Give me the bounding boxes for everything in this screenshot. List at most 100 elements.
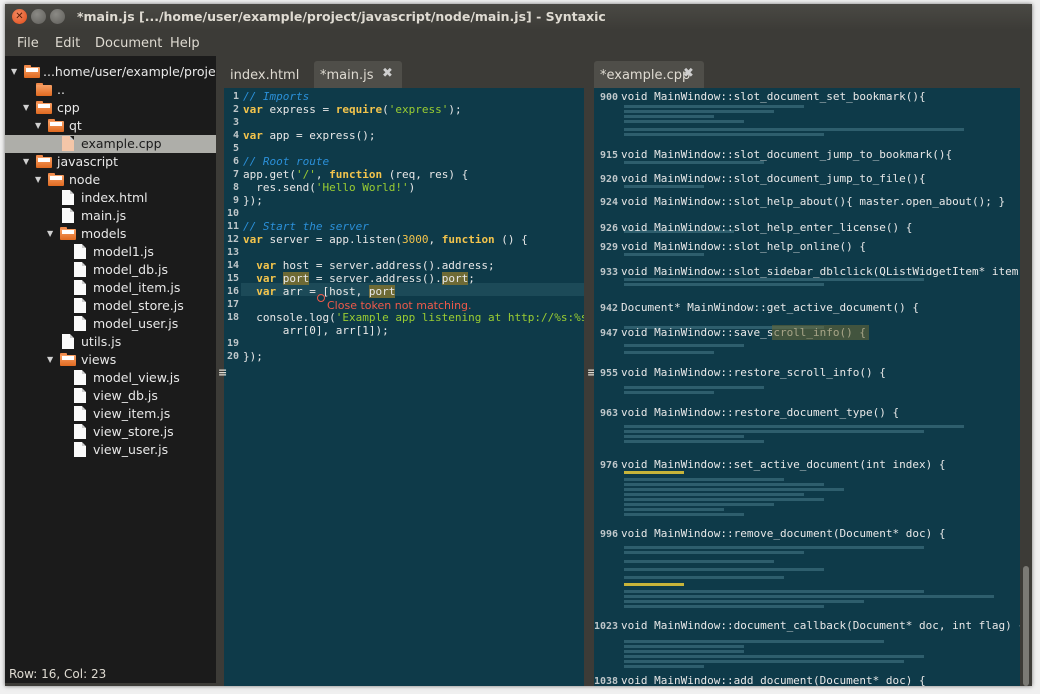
tree-item-label: javascript — [57, 154, 119, 169]
close-window-button[interactable]: ✕ — [12, 9, 27, 24]
maximize-window-button[interactable] — [50, 9, 65, 24]
menu-edit[interactable]: Edit — [55, 36, 80, 51]
expand-arrow-icon[interactable]: ▼ — [23, 153, 29, 171]
code-text: }); — [243, 350, 263, 363]
function-signature: void MainWindow::slot_document_jump_to_f… — [621, 172, 926, 185]
tree-item-label: example.cpp — [81, 136, 162, 151]
tree-item-node[interactable]: ▼ node — [5, 171, 216, 189]
menu-file[interactable]: File — [17, 36, 39, 51]
tree-item-label: cpp — [57, 100, 80, 115]
tree-item-view-db[interactable]: view_db.js — [5, 387, 216, 405]
outline-row[interactable]: 900 void MainWindow::slot_document_set_bo… — [594, 90, 926, 104]
outline-row[interactable]: 976 void MainWindow::set_active_document(… — [594, 458, 946, 472]
line-number: 13 — [226, 247, 239, 258]
outline-row[interactable]: 1038 void MainWindow::add_document(Docume… — [594, 674, 926, 686]
tree-item-label: qt — [69, 118, 82, 133]
outline-row[interactable]: 1023 void MainWindow::document_callback(D… — [594, 619, 1020, 633]
tree-item-models[interactable]: ▼ models — [5, 225, 216, 243]
file-tree[interactable]: ▼ ...home/user/example/project .. ▼ cpp … — [5, 56, 216, 683]
line-number: 1023 — [594, 621, 619, 632]
editor-splitter[interactable]: ≡ — [585, 56, 596, 686]
tree-item-model-store[interactable]: model_store.js — [5, 297, 216, 315]
code-text: ( — [382, 103, 389, 116]
expand-arrow-icon[interactable]: ▼ — [47, 225, 53, 243]
code-number: 3000 — [401, 233, 429, 246]
tree-item-view-user[interactable]: view_user.js — [5, 441, 216, 459]
tab-index-html[interactable]: index.html — [224, 61, 312, 88]
expand-arrow-icon[interactable]: ▼ — [35, 117, 41, 135]
tree-item-model-db[interactable]: model_db.js — [5, 261, 216, 279]
tree-item-main-js[interactable]: main.js — [5, 207, 216, 225]
scrollbar-thumb[interactable] — [1023, 566, 1029, 686]
tree-item-utils[interactable]: utils.js — [5, 333, 216, 351]
minimize-window-button[interactable] — [31, 9, 46, 24]
code-text: server = app.listen( — [262, 233, 402, 246]
function-signature: Document* MainWindow::get_active_documen… — [621, 301, 920, 314]
code-text: (req, res) { — [382, 168, 469, 181]
outline-row[interactable]: 942 Document* MainWindow::get_active_docu… — [594, 301, 919, 315]
code-editor[interactable]: 1 // Imports 2 var express = require('expr… — [224, 88, 584, 686]
tree-item-view-store[interactable]: view_store.js — [5, 423, 216, 441]
outline-row[interactable]: 996 void MainWindow::remove_document(Docu… — [594, 527, 946, 541]
code-text: }); — [243, 194, 263, 207]
splitter-grip-icon[interactable]: ≡ — [218, 366, 227, 379]
tree-item-root[interactable]: ▼ ...home/user/example/project — [5, 63, 216, 81]
tree-item-example-cpp[interactable]: example.cpp — [5, 135, 216, 153]
outline-row[interactable]: 915 void MainWindow::slot_document_jump_t… — [594, 148, 952, 162]
tree-item-index-html[interactable]: index.html — [5, 189, 216, 207]
code-string: 'express' — [388, 103, 449, 116]
function-signature: void MainWindow::slot_document_set_bookm… — [621, 90, 926, 103]
code-keyword: function — [329, 168, 383, 181]
tab-bar: *example.cpp ✖ — [594, 56, 1032, 88]
tab-label: *main.js — [320, 68, 374, 83]
expand-arrow-icon[interactable]: ▼ — [35, 171, 41, 189]
code-text: () { — [494, 233, 528, 246]
title-bar: ✕ *main.js [.../home/user/example/projec… — [5, 4, 1032, 30]
tree-item-model-view[interactable]: model_view.js — [5, 369, 216, 387]
tree-item-label: .. — [57, 82, 65, 97]
code-highlight: port — [368, 285, 396, 298]
code-text: = server.address(). — [309, 272, 442, 285]
line-number: 915 — [599, 150, 618, 161]
tree-item-cpp[interactable]: ▼ cpp — [5, 99, 216, 117]
tree-item-model-item[interactable]: model_item.js — [5, 279, 216, 297]
search-highlight — [772, 325, 869, 340]
menu-help[interactable]: Help — [170, 36, 200, 51]
tree-item-label: view_db.js — [93, 388, 158, 403]
outline-row[interactable]: 920 void MainWindow::slot_document_jump_t… — [594, 172, 926, 186]
tree-item-view-item[interactable]: view_item.js — [5, 405, 216, 423]
file-icon — [74, 424, 86, 439]
tree-item-views[interactable]: ▼ views — [5, 351, 216, 369]
tree-item-javascript[interactable]: ▼ javascript — [5, 153, 216, 171]
code-editor-outline[interactable]: 900 void MainWindow::slot_document_set_bo… — [594, 88, 1020, 686]
expand-arrow-icon[interactable]: ▼ — [47, 351, 53, 369]
tree-item-label: ...home/user/example/project — [43, 64, 216, 79]
tree-item-qt[interactable]: ▼ qt — [5, 117, 216, 135]
expand-arrow-icon[interactable]: ▼ — [11, 63, 17, 81]
code-comment: // Root route — [243, 155, 330, 168]
outline-row[interactable]: 963 void MainWindow::restore_document_typ… — [594, 406, 899, 420]
line-number: 20 — [226, 351, 239, 362]
tree-item-model-user[interactable]: model_user.js — [5, 315, 216, 333]
close-tab-icon[interactable]: ✖ — [382, 66, 393, 81]
tree-item-label: model_view.js — [93, 370, 180, 385]
file-icon — [62, 208, 74, 223]
folder-open-icon — [60, 353, 76, 366]
outline-row[interactable]: 933 void MainWindow::slot_sidebar_dblclic… — [594, 265, 1020, 279]
close-tab-icon[interactable]: ✖ — [683, 66, 694, 81]
outline-row[interactable]: 955 void MainWindow::restore_scroll_info(… — [594, 366, 886, 380]
tree-item-model1[interactable]: model1.js — [5, 243, 216, 261]
menu-document[interactable]: Document — [95, 36, 162, 51]
vertical-scrollbar[interactable] — [1020, 88, 1032, 686]
outline-row[interactable]: 924 void MainWindow::slot_help_about(){ m… — [594, 195, 1005, 209]
tab-example-cpp[interactable]: *example.cpp ✖ — [594, 61, 704, 88]
code-string: 'Example app listening at http://%s:%s' — [335, 311, 584, 324]
expand-arrow-icon[interactable]: ▼ — [23, 99, 29, 117]
outline-row[interactable]: 929 void MainWindow::slot_help_online() { — [594, 240, 866, 254]
tab-main-js[interactable]: *main.js ✖ — [314, 61, 402, 88]
code-string: '/' — [295, 168, 316, 181]
outline-row[interactable]: 926 void MainWindow::slot_help_enter_lice… — [594, 221, 912, 235]
tree-item-parent[interactable]: .. — [5, 81, 216, 99]
folder-open-icon — [48, 173, 64, 186]
